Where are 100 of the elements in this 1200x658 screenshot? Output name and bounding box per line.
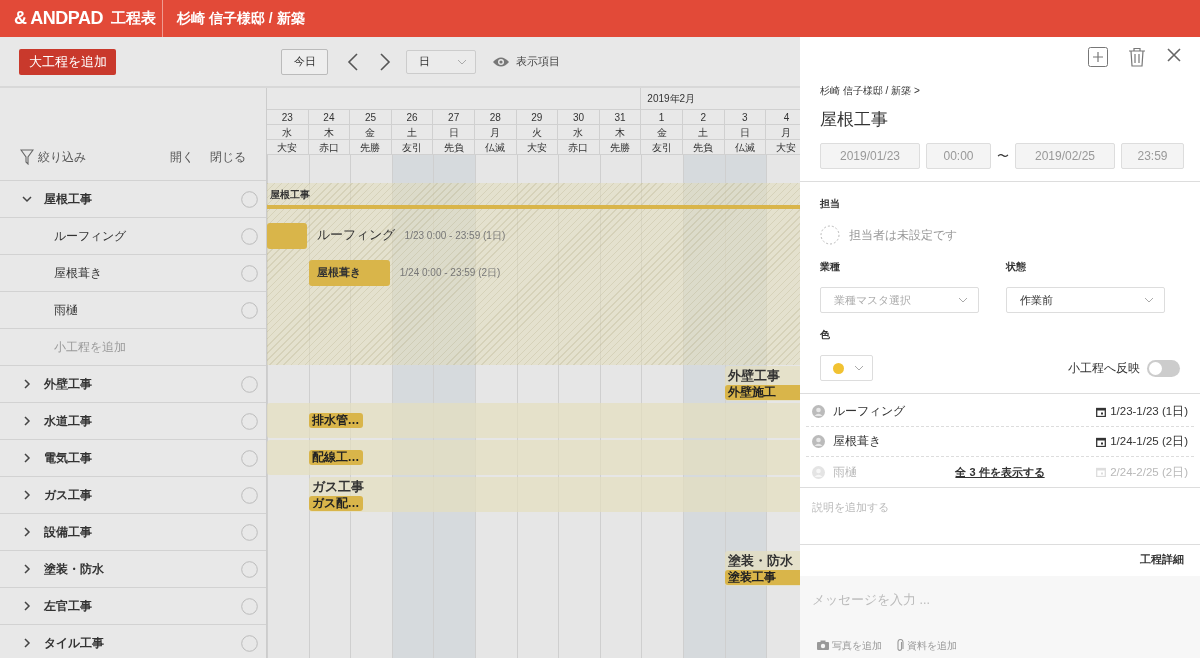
collapse-all-link[interactable]: 閉じる [210, 148, 246, 166]
field-label: 業種 [820, 260, 841, 275]
app-name: 工程表 [111, 8, 156, 29]
day-number: 23 [267, 110, 309, 125]
chevron-icon[interactable] [22, 416, 32, 426]
logo[interactable]: & ANDPAD [14, 5, 103, 32]
status-circle-icon[interactable] [241, 190, 258, 208]
process-row[interactable]: 水道工事 [0, 402, 266, 439]
today-button[interactable]: 今日 [281, 48, 328, 75]
process-name: 左官工事 [44, 598, 93, 615]
task-bar[interactable]: 配線工… [308, 450, 363, 465]
filter-button[interactable]: 絞り込み [20, 148, 86, 166]
task-name: ルーフィング [316, 227, 395, 245]
process-row[interactable]: 塗装・防水 [0, 550, 266, 587]
process-row[interactable]: 外壁工事 [0, 365, 266, 402]
process-title: 屋根工事 [819, 109, 889, 131]
task-bar[interactable]: 屋根葺き [308, 259, 390, 286]
process-row[interactable]: 屋根工事 [0, 180, 266, 217]
person-icon [812, 465, 825, 479]
status-circle-icon[interactable] [241, 227, 258, 245]
process-row[interactable]: 設備工事 [0, 513, 266, 550]
subtask-row[interactable]: 屋根葺き 1/24-1/25 (2日) [806, 427, 1194, 458]
status-circle-icon[interactable] [241, 264, 258, 282]
day-number: 3 [724, 110, 767, 125]
process-row[interactable]: タイル工事 [0, 624, 266, 658]
subtask-name: ルーフィング [833, 404, 905, 420]
chevron-icon[interactable] [22, 379, 32, 389]
chevron-icon[interactable] [22, 194, 32, 204]
subtask-row[interactable]: ルーフィング 1/23-1/23 (1日) [806, 397, 1194, 428]
day-number: 1 [641, 110, 683, 125]
chevron-icon[interactable] [22, 453, 32, 463]
task-bar[interactable]: 外壁施工 [724, 385, 800, 401]
add-icon[interactable] [1088, 47, 1108, 67]
camera-icon [817, 640, 829, 650]
task-bar[interactable]: 塗装工事 [724, 570, 800, 586]
subprocess-name: 屋根葺き [54, 265, 103, 282]
show-all-link[interactable]: 全 3 件を表示する [955, 464, 1045, 481]
range-separator: 〜 [997, 148, 1009, 166]
day-number: 26 [391, 110, 434, 125]
breadcrumb-link[interactable]: 杉崎 信子様邸 / 新築 > [800, 73, 1200, 98]
status-circle-icon[interactable] [241, 301, 258, 319]
subtask-dates: 2/24-2/25 (2日) [1110, 464, 1188, 480]
calendar-icon [1096, 406, 1107, 417]
status-circle-icon[interactable] [241, 560, 258, 578]
previous-icon[interactable] [346, 52, 360, 71]
subtask-dates: 1/23-1/23 (1日) [1110, 404, 1188, 420]
subtask-name: 雨樋 [833, 464, 857, 480]
status-circle-icon[interactable] [241, 412, 258, 430]
summary-label: 塗装・防水 [726, 552, 793, 570]
color-select[interactable] [820, 355, 873, 382]
view-select[interactable]: 日 [406, 49, 476, 74]
avatar-placeholder-icon[interactable] [820, 225, 840, 246]
subprocess-row[interactable]: 屋根葺き [0, 254, 266, 291]
status-circle-icon[interactable] [241, 449, 258, 467]
subprocess-row[interactable]: ルーフィング [0, 217, 266, 254]
day-number: 30 [558, 110, 600, 125]
close-icon[interactable] [1166, 47, 1182, 63]
reflect-toggle[interactable] [1147, 359, 1180, 377]
next-icon[interactable] [378, 52, 392, 71]
caret-icon [958, 297, 968, 304]
weekday: 月 [474, 125, 517, 140]
weekday: 日 [433, 125, 475, 140]
day-number: 27 [433, 110, 475, 125]
process-row[interactable]: ガス工事 [0, 476, 266, 513]
status-circle-icon[interactable] [241, 523, 258, 541]
trash-icon[interactable] [1128, 47, 1146, 67]
status-circle-icon[interactable] [241, 486, 258, 504]
process-row[interactable]: 左官工事 [0, 587, 266, 624]
task-bar[interactable]: 排水管… [308, 413, 363, 428]
calendar-icon [1096, 467, 1107, 478]
calendar-icon [1096, 436, 1107, 447]
details-tab[interactable]: 工程詳細 [1140, 553, 1184, 566]
field-label: 状態 [1006, 260, 1027, 275]
subtask-row[interactable]: 雨樋 全 3 件を表示する 2/24-2/25 (2日) [806, 457, 1194, 488]
status-circle-icon[interactable] [241, 375, 258, 393]
status-circle-icon[interactable] [241, 634, 258, 652]
status-select[interactable]: 作業前 [1006, 287, 1165, 314]
person-icon [812, 405, 825, 419]
paperclip-icon [896, 638, 904, 652]
day-number: 28 [474, 110, 517, 125]
subprocess-row[interactable]: 雨樋 [0, 291, 266, 328]
add-process-button[interactable]: 大工程を追加 [19, 48, 116, 75]
field-label: 色 [820, 328, 831, 343]
display-items-button[interactable]: 表示項目 [492, 53, 560, 70]
day-number: 25 [350, 110, 392, 125]
filter-icon [20, 149, 34, 165]
process-name: ガス工事 [44, 487, 93, 504]
day-number: 24 [308, 110, 351, 125]
task-bar[interactable] [267, 222, 307, 249]
chevron-icon[interactable] [22, 638, 32, 648]
weekday: 木 [599, 125, 642, 140]
chevron-icon[interactable] [22, 490, 32, 500]
process-row[interactable]: 電気工事 [0, 439, 266, 476]
chevron-icon[interactable] [22, 564, 32, 574]
chevron-icon[interactable] [22, 601, 32, 611]
task-bar[interactable]: ガス配… [308, 496, 363, 512]
expand-all-link[interactable]: 開く [170, 148, 194, 166]
chevron-icon[interactable] [22, 527, 32, 537]
task-time: 1/23 0:00 - 23:59 (1日) [404, 229, 506, 243]
status-circle-icon[interactable] [241, 597, 258, 615]
